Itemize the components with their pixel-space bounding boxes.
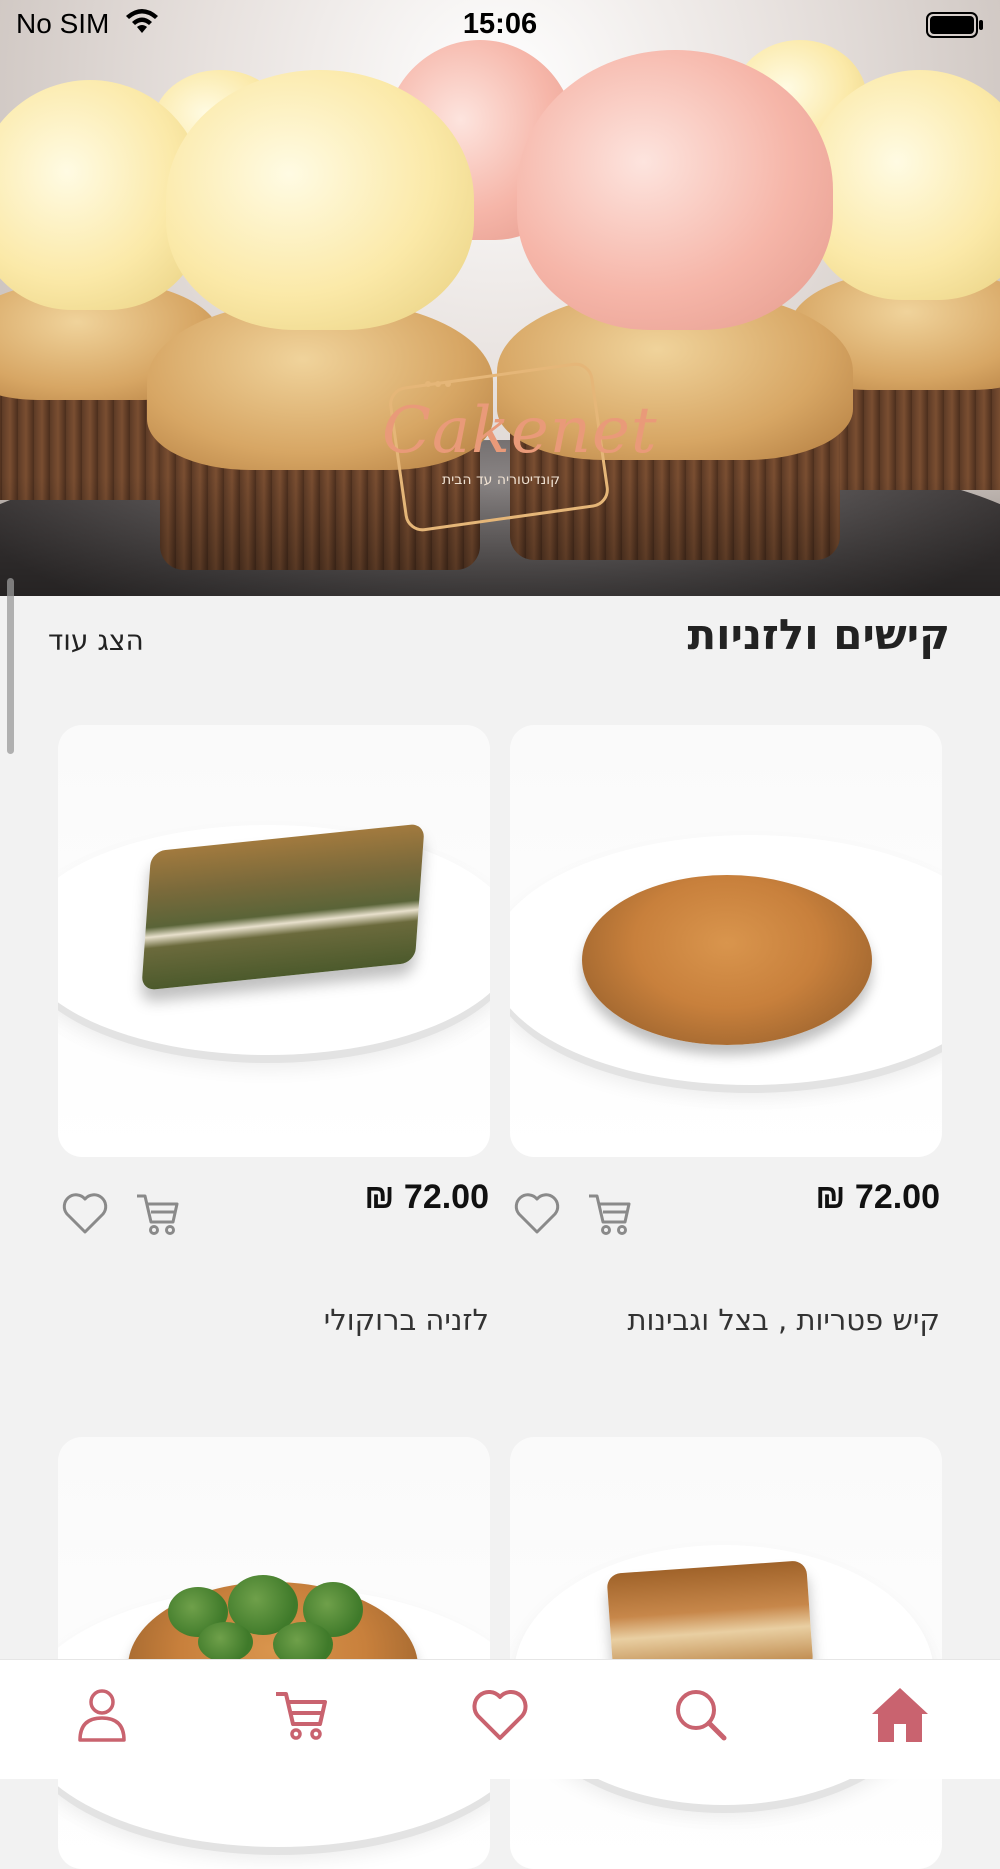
- heart-icon: [62, 1193, 108, 1234]
- product-name: קיש פטריות , בצל וגבינות: [627, 1303, 940, 1337]
- cart-icon: [137, 1194, 179, 1235]
- cakenet-logo: Cakenet קונדיטוריה עד הבית: [376, 360, 658, 534]
- broccoli: [198, 1622, 253, 1662]
- product-card-image[interactable]: [58, 1437, 490, 1869]
- hero-banner: Cakenet קונדיטוריה עד הבית: [0, 0, 1000, 596]
- home-icon: [872, 1688, 928, 1742]
- product-name: לזניה ברוקולי: [323, 1303, 489, 1337]
- add-to-cart-button[interactable]: [585, 1188, 635, 1238]
- show-more-link[interactable]: הצג עוד: [48, 624, 144, 657]
- nav-cart[interactable]: [272, 1684, 332, 1744]
- section-title: קישים ולזניות: [687, 610, 950, 659]
- heart-icon: [472, 1689, 528, 1740]
- battery-icon: [926, 12, 984, 42]
- product-card-image[interactable]: [510, 725, 942, 1157]
- product-card-image[interactable]: [58, 725, 490, 1157]
- add-to-cart-button[interactable]: [133, 1188, 183, 1238]
- product-price: 72.00 ₪: [815, 1178, 940, 1216]
- scroll-indicator[interactable]: [7, 578, 14, 754]
- lasagna-image: [141, 823, 425, 991]
- nav-search[interactable]: [670, 1684, 730, 1744]
- product-price: 72.00 ₪: [364, 1178, 489, 1216]
- cart-icon: [589, 1194, 631, 1235]
- search-icon: [676, 1690, 727, 1741]
- logo-subtitle: קונדיטוריה עד הבית: [441, 472, 561, 488]
- favorite-button[interactable]: [60, 1188, 110, 1238]
- clock: 15:06: [462, 8, 538, 40]
- user-icon: [78, 1689, 126, 1742]
- quiche-image: [582, 875, 872, 1045]
- status-bar: No SIM 15:06: [0, 0, 1000, 50]
- cart-icon: [276, 1692, 327, 1740]
- heart-icon: [514, 1193, 560, 1234]
- nav-home[interactable]: [870, 1684, 930, 1744]
- nav-profile[interactable]: [72, 1684, 132, 1744]
- bottom-nav: [0, 1659, 1000, 1779]
- nav-favorites[interactable]: [470, 1684, 530, 1744]
- favorite-button[interactable]: [512, 1188, 562, 1238]
- logo-dots: [425, 381, 451, 387]
- logo-text: Cakenet: [382, 394, 658, 468]
- product-card-image[interactable]: [510, 1437, 942, 1869]
